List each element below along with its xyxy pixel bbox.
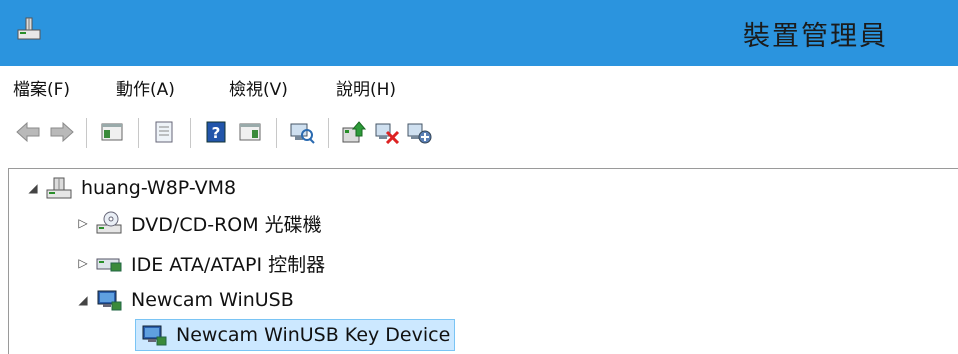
menu-file[interactable]: 檔案(F)	[13, 75, 70, 100]
usb-device-icon	[95, 287, 125, 313]
tree-node-label: huang-W8P-VM8	[81, 177, 237, 199]
window-title: 裝置管理員	[743, 21, 888, 52]
collapsed-arrow-icon[interactable]: ▷	[75, 255, 91, 271]
properties-icon[interactable]	[150, 118, 178, 146]
add-legacy-hardware-icon[interactable]	[405, 118, 433, 146]
toolbar-separator	[328, 118, 329, 148]
selection-highlight[interactable]: Newcam WinUSB Key Device	[135, 319, 456, 351]
expanded-arrow-icon[interactable]: ◢	[25, 180, 41, 196]
back-arrow-icon[interactable]	[14, 118, 42, 146]
tree-node-label: DVD/CD-ROM 光碟機	[131, 213, 322, 236]
toolbar: ?	[0, 106, 958, 160]
toolbar-separator	[190, 118, 191, 148]
title-bar[interactable]: 裝置管理員	[0, 0, 958, 66]
menu-bar: 檔案(F) 動作(A) 檢視(V) 說明(H)	[0, 66, 958, 106]
toolbar-separator	[138, 118, 139, 148]
menu-help[interactable]: 說明(H)	[336, 75, 396, 100]
tree-node-key-device[interactable]: Newcam WinUSB Key Device	[135, 319, 456, 351]
computer-icon	[45, 175, 75, 201]
menu-action[interactable]: 動作(A)	[116, 75, 175, 100]
forward-arrow-icon[interactable]	[48, 118, 76, 146]
scan-hardware-icon[interactable]	[288, 118, 316, 146]
help-icon[interactable]: ?	[202, 118, 230, 146]
action-pane-icon[interactable]	[236, 118, 264, 146]
ide-controller-icon	[95, 250, 125, 276]
device-tree[interactable]: ◢ huang-W8P-VM8 ▷ DVD/CD-ROM 光碟機 ▷ IDE A…	[8, 168, 958, 354]
collapsed-arrow-icon[interactable]: ▷	[75, 215, 91, 231]
uninstall-device-icon[interactable]	[373, 118, 401, 146]
tree-node-dvd[interactable]: ▷ DVD/CD-ROM 光碟機	[75, 207, 322, 239]
toolbar-separator	[86, 118, 87, 148]
dvd-drive-icon	[95, 210, 125, 236]
tree-node-label: Newcam WinUSB Key Device	[176, 324, 451, 346]
show-hide-tree-icon[interactable]	[98, 118, 126, 146]
tree-node-root[interactable]: ◢ huang-W8P-VM8	[25, 172, 236, 204]
tree-node-label: Newcam WinUSB	[131, 289, 294, 311]
expanded-arrow-icon[interactable]: ◢	[75, 292, 91, 308]
usb-device-icon	[140, 322, 170, 348]
svg-text:?: ?	[212, 124, 221, 142]
tree-node-label: IDE ATA/ATAPI 控制器	[131, 253, 326, 276]
menu-view[interactable]: 檢視(V)	[229, 75, 288, 100]
tree-node-newcam-winusb[interactable]: ◢ Newcam WinUSB	[75, 284, 294, 316]
update-driver-icon[interactable]	[340, 118, 368, 146]
toolbar-separator	[276, 118, 277, 148]
tree-node-ide[interactable]: ▷ IDE ATA/ATAPI 控制器	[75, 247, 325, 279]
